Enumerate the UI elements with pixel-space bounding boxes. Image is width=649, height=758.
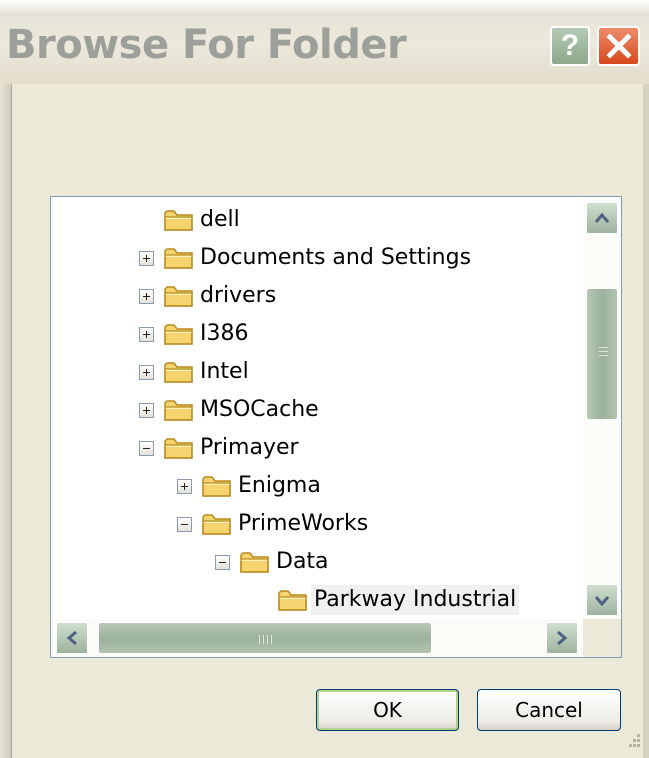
tree-item[interactable]: drivers (51, 277, 581, 315)
tree-item[interactable]: Parkway Industrial (51, 581, 581, 619)
help-icon: ? (560, 29, 580, 62)
expand-icon[interactable] (139, 403, 154, 418)
tree-item-label: Data (276, 549, 329, 574)
close-button[interactable] (597, 26, 640, 66)
scroll-down-button[interactable] (585, 583, 619, 617)
window-title: Browse For Folder (6, 22, 407, 68)
expand-icon[interactable] (177, 479, 192, 494)
close-icon (605, 33, 632, 59)
tree-item-label: PrimeWorks (238, 511, 369, 536)
chevron-left-icon (66, 630, 77, 646)
tree-item[interactable]: MSOCache (51, 391, 581, 429)
tree-item[interactable]: Primayer (51, 429, 581, 467)
folder-icon (163, 435, 195, 461)
scroll-left-button[interactable] (55, 621, 89, 655)
ok-button[interactable]: OK (316, 689, 459, 731)
tree-item-label: Primayer (200, 435, 299, 460)
scrollbar-corner (583, 619, 621, 657)
tree-item[interactable]: Enigma (51, 467, 581, 505)
help-button[interactable]: ? (550, 26, 590, 66)
tree-item-label: Documents and Settings (200, 245, 472, 270)
horizontal-scrollbar[interactable] (51, 619, 583, 657)
tree-item-label: MSOCache (200, 397, 319, 422)
folder-icon (163, 397, 195, 423)
vertical-scroll-thumb[interactable] (585, 287, 619, 421)
tree-item-label: Parkway Industrial (311, 585, 520, 615)
expand-icon[interactable] (139, 327, 154, 342)
tree-item[interactable]: Documents and Settings (51, 239, 581, 277)
folder-icon (163, 245, 195, 271)
folder-icon (239, 549, 271, 575)
scroll-up-button[interactable] (585, 201, 619, 235)
folder-tree[interactable]: dell Documents and Settings drivers I386… (50, 196, 622, 658)
tree-item-label: dell (200, 207, 240, 232)
tree-item[interactable]: Intel (51, 353, 581, 391)
collapse-icon[interactable] (215, 555, 230, 570)
folder-icon (201, 473, 233, 499)
vertical-scrollbar[interactable] (583, 197, 621, 619)
tree-item[interactable]: I386 (51, 315, 581, 353)
expand-icon[interactable] (139, 289, 154, 304)
resize-grip[interactable] (623, 732, 643, 752)
expand-icon[interactable] (139, 251, 154, 266)
chevron-down-icon (594, 596, 610, 606)
tree-item-label: I386 (200, 321, 249, 346)
tree-item[interactable]: Data (51, 543, 581, 581)
title-bar[interactable]: Browse For Folder ? (0, 0, 649, 84)
tree-item-label: drivers (200, 283, 277, 308)
chevron-right-icon (557, 630, 568, 646)
collapse-icon[interactable] (139, 441, 154, 456)
chevron-up-icon (594, 212, 610, 223)
folder-icon (163, 283, 195, 309)
folder-icon (201, 511, 233, 537)
tree-item-label: Intel (200, 359, 249, 384)
folder-icon (163, 207, 195, 233)
folder-icon (277, 587, 309, 613)
browse-for-folder-dialog: Browse For Folder ? dell Documents and S… (0, 0, 649, 758)
tree-item[interactable]: dell (51, 201, 581, 239)
window-frame-right (643, 84, 649, 758)
tree-item-label: Enigma (238, 473, 321, 498)
collapse-icon[interactable] (177, 517, 192, 532)
folder-icon (163, 321, 195, 347)
scroll-right-button[interactable] (545, 621, 579, 655)
window-frame-left (0, 84, 11, 758)
horizontal-scroll-thumb[interactable] (97, 621, 433, 655)
expand-icon[interactable] (139, 365, 154, 380)
cancel-button[interactable]: Cancel (477, 689, 621, 731)
tree-item[interactable]: PrimeWorks (51, 505, 581, 543)
folder-icon (163, 359, 195, 385)
